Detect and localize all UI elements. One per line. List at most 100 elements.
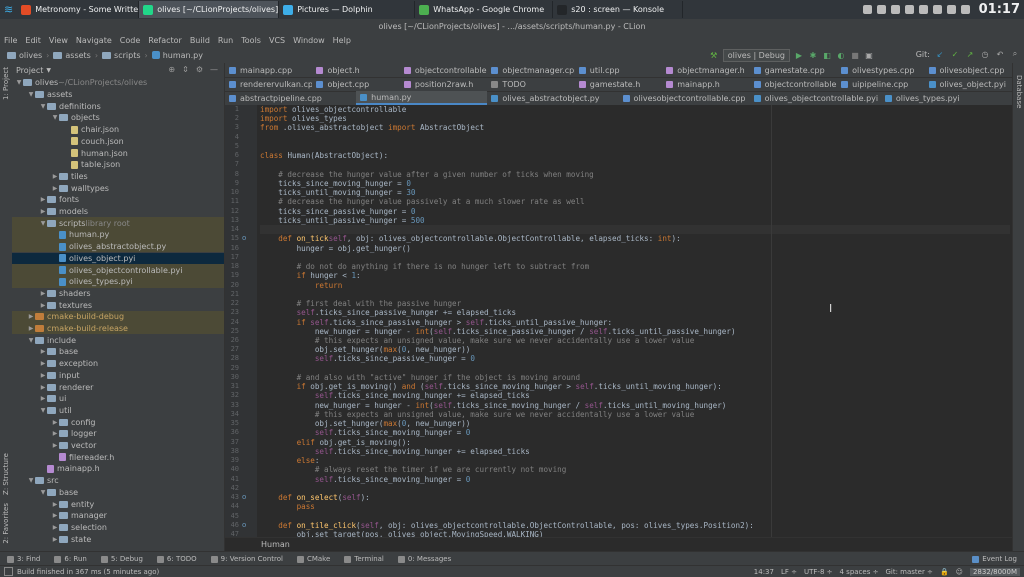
override-marker-icon[interactable]: o [242,521,246,530]
file-encoding[interactable]: UTF-8 ÷ [804,568,833,576]
editor-tab[interactable]: uipipeline.cpp [837,77,924,91]
tree-item[interactable]: ▶ renderer [12,381,224,393]
chevron-right-icon[interactable]: ▶ [51,442,59,449]
tree-item[interactable]: ▶ input [12,370,224,382]
tree-item[interactable]: human.json [12,147,224,159]
tree-item[interactable]: ▼ objects [12,112,224,124]
chevron-down-icon[interactable]: ▼ [15,79,23,86]
tree-item[interactable]: ▼ assets [12,89,224,101]
editor-tab[interactable]: olives_objectcontrollable.pyi [750,91,881,105]
chevron-right-icon[interactable]: ▶ [51,512,59,519]
chevron-right-icon[interactable]: ▶ [39,384,47,391]
editor-tab[interactable]: TODO [487,77,574,91]
tree-item[interactable]: ▼ include [12,334,224,346]
tree-item[interactable]: ▶ cmake-build-release [12,322,224,335]
bluetooth-icon[interactable] [960,5,970,14]
chevron-right-icon[interactable]: ▶ [51,501,59,508]
tree-item[interactable]: ▶ shaders [12,288,224,300]
rollback-icon[interactable]: ↶ [995,49,1005,59]
chevron-down-icon[interactable]: ▼ [51,114,59,121]
chevron-down-icon[interactable]: ▼ [46,67,51,74]
tree-item[interactable]: ▶ base [12,346,224,358]
indent-setting[interactable]: 4 spaces ÷ [840,568,879,576]
tree-item[interactable]: olives_objectcontrollable.pyi [12,264,224,276]
project-view-select[interactable]: Project [16,66,43,75]
menu-run[interactable]: Run [214,36,237,45]
tree-item[interactable]: ▶ walltypes [12,182,224,194]
app-launcher-icon[interactable]: ≋ [0,3,17,16]
lock-icon[interactable]: 🔒 [940,568,949,576]
menu-view[interactable]: View [45,36,72,45]
chevron-right-icon[interactable]: ▶ [39,196,47,203]
tree-item[interactable]: couch.json [12,136,224,148]
editor-tab[interactable]: util.cpp [575,63,662,77]
tree-item[interactable]: ▶ tiles [12,171,224,183]
tool-window-button[interactable]: Terminal [337,555,391,563]
chevron-right-icon[interactable]: ▶ [51,419,59,426]
tree-item[interactable]: filereader.h [12,451,224,463]
structure-tool-tab[interactable]: Z: Structure [2,453,10,495]
tree-item[interactable]: ▶ fonts [12,194,224,206]
editor-tab[interactable]: objectcontrollable.h [400,63,487,77]
menu-edit[interactable]: Edit [21,36,45,45]
chevron-right-icon[interactable]: ▶ [39,395,47,402]
debug-icon[interactable]: ✱ [808,51,818,61]
editor-tab[interactable]: olivesobject.cpp [925,63,1012,77]
clock[interactable]: 01:17 [979,2,1020,17]
git-branch[interactable]: Git: master ÷ [885,568,932,576]
editor-tab[interactable]: object.h [312,63,399,77]
line-separator[interactable]: LF ÷ [781,568,797,576]
search-everywhere-icon[interactable]: ⌕ [1010,49,1020,59]
chevron-right-icon[interactable]: ▶ [27,313,35,320]
coverage-icon[interactable]: ◧ [822,51,832,61]
tree-item[interactable]: table.json [12,159,224,171]
chevron-down-icon[interactable]: ▼ [27,477,35,484]
chevron-right-icon[interactable]: ▶ [51,185,59,192]
run-icon[interactable]: ▶ [794,51,804,61]
inspector-icon[interactable]: ☺ [956,568,963,576]
stop-icon[interactable]: ■ [850,51,860,61]
tool-window-button[interactable]: 6: Run [47,555,93,563]
menu-window[interactable]: Window [289,36,329,45]
code-editor[interactable]: import olives_objectcontrollable import o… [257,105,1012,539]
tree-item[interactable]: ▶ vector [12,440,224,452]
tree-item[interactable]: ▼ src [12,475,224,487]
network-icon[interactable] [876,5,886,14]
taskbar-task[interactable]: s20 : screen — Konsole [553,1,684,18]
app-tray-icon[interactable] [932,5,942,14]
notifications-icon[interactable] [946,5,956,14]
override-marker-icon[interactable]: o [242,493,246,502]
tool-window-button[interactable]: 0: Messages [391,555,458,563]
tree-item[interactable]: ▶ state [12,533,224,545]
commit-icon[interactable]: ✓ [950,49,960,59]
chevron-right-icon[interactable]: ▶ [51,536,59,543]
tree-item[interactable]: ▶ config [12,416,224,428]
tree-item[interactable]: ▶ logger [12,428,224,440]
tree-item[interactable]: ▶ textures [12,299,224,311]
chevron-down-icon[interactable]: ▼ [39,220,47,227]
chevron-down-icon[interactable]: ▼ [27,91,35,98]
taskbar-task[interactable]: Pictures — Dolphin [279,1,416,18]
breadcrumb-item[interactable]: olives [4,51,45,60]
breadcrumb-item[interactable]: assets [50,51,93,60]
tree-item[interactable]: olives_abstractobject.py [12,240,224,253]
gear-icon[interactable]: ⚙ [196,65,203,74]
memory-indicator[interactable]: 2832/8000M [969,567,1020,576]
tree-item[interactable]: ▶ entity [12,498,224,510]
tool-window-button[interactable]: CMake [290,555,337,563]
editor-tab[interactable]: mainapp.cpp [225,63,312,77]
tree-item[interactable]: ▶ ui [12,393,224,405]
tree-item[interactable]: mainapp.h [12,463,224,475]
editor-tab[interactable]: gamestate.cpp [750,63,837,77]
tool-window-button[interactable]: 9: Version Control [204,555,290,563]
tree-item[interactable]: ▶ selection [12,522,224,534]
collapse-icon[interactable]: ⇕ [182,65,189,74]
tree-item[interactable]: ▶ manager [12,510,224,522]
tree-item[interactable]: ▶ models [12,206,224,218]
editor-tab[interactable]: objectcontrollable.cpp [750,77,837,91]
menu-help[interactable]: Help [329,36,355,45]
database-tool-tab[interactable]: Database [1015,75,1023,108]
breadcrumb-item[interactable]: scripts [99,51,143,60]
menu-file[interactable]: File [0,36,21,45]
chevron-down-icon[interactable]: ▼ [39,489,47,496]
